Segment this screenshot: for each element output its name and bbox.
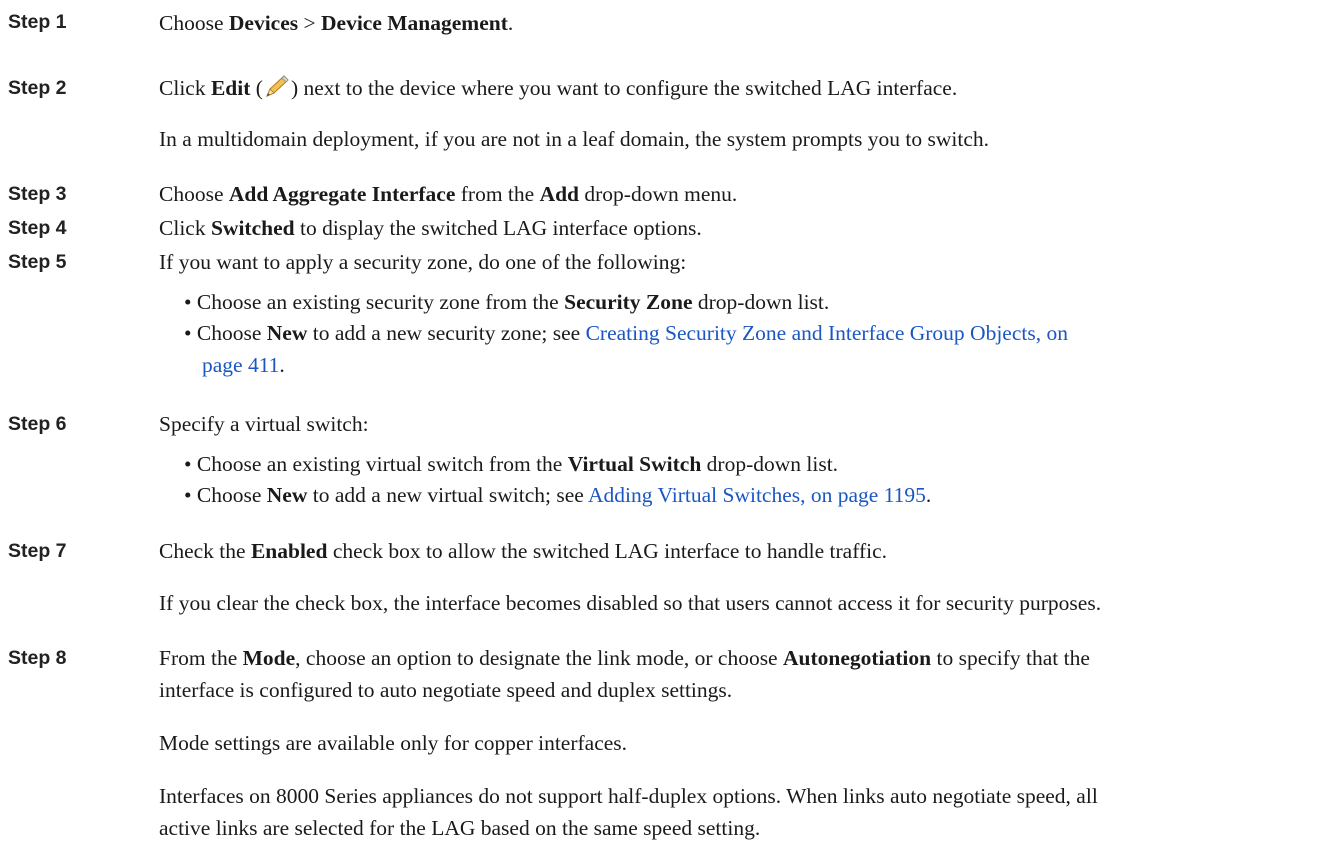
step-7-note: If you clear the check box, the interfac… <box>159 591 1102 615</box>
step-8-text: From the Mode, choose an option to desig… <box>159 646 1090 670</box>
step-5-label: Step 5 <box>8 251 67 273</box>
step-7-text: Check the Enabled check box to allow the… <box>159 539 888 563</box>
link-page-411[interactable]: page 411 <box>202 353 279 377</box>
step-6-text: Specify a virtual switch: <box>159 412 369 436</box>
step-7-label: Step 7 <box>8 540 67 562</box>
step-5-bullet-2: • Choose New to add a new security zone;… <box>184 321 1068 345</box>
step-2-text: Click Edit () next to the device where y… <box>159 74 958 100</box>
step-8-note: Mode settings are available only for cop… <box>159 731 628 755</box>
step-8-label: Step 8 <box>8 647 67 669</box>
step-8-note2-line1: Interfaces on 8000 Series appliances do … <box>159 784 1098 808</box>
step-2-label: Step 2 <box>8 77 67 99</box>
link-creating-security-zone[interactable]: Creating Security Zone and Interface Gro… <box>586 321 1068 345</box>
pencil-icon[interactable] <box>264 74 290 98</box>
step-6-bullet-1: • Choose an existing virtual switch from… <box>184 452 839 476</box>
step-1-label: Step 1 <box>8 11 67 33</box>
step-3-text: Choose Add Aggregate Interface from the … <box>159 182 738 206</box>
step-5-bullet-2-cont: page 411. <box>202 353 285 377</box>
step-2-note: In a multidomain deployment, if you are … <box>159 127 989 151</box>
link-adding-virtual-switches[interactable]: Adding Virtual Switches, on page 1195 <box>588 483 926 507</box>
step-5-bullet-1: • Choose an existing security zone from … <box>184 290 830 314</box>
step-3-label: Step 3 <box>8 183 67 205</box>
step-8-note2-line2: active links are selected for the LAG ba… <box>159 816 761 840</box>
step-6-bullet-2: • Choose New to add a new virtual switch… <box>184 483 932 507</box>
step-6-label: Step 6 <box>8 413 67 435</box>
step-8-text-cont: interface is configured to auto negotiat… <box>159 678 733 702</box>
step-4-text: Click Switched to display the switched L… <box>159 216 702 240</box>
step-1-text: Choose Devices > Device Management. <box>159 11 514 35</box>
step-5-text: If you want to apply a security zone, do… <box>159 250 687 274</box>
step-4-label: Step 4 <box>8 217 67 239</box>
